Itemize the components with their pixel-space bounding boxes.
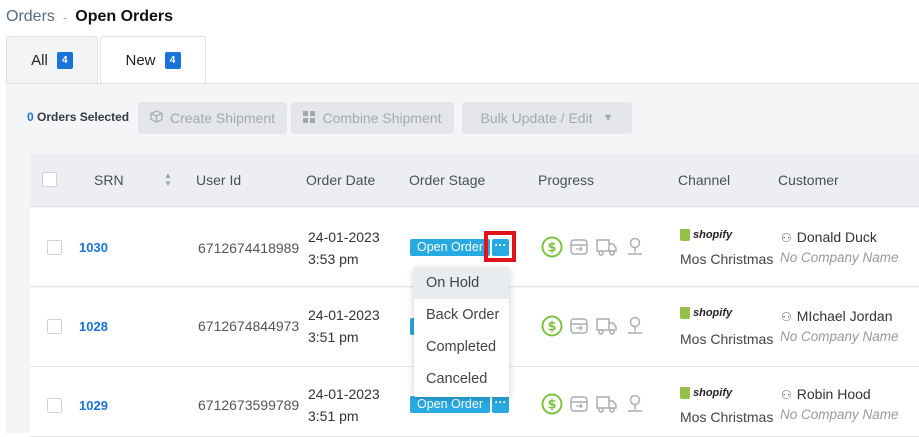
customer-name[interactable]: ⚇ Robin Hood [781, 386, 871, 402]
header-srn[interactable]: SRN [94, 172, 124, 188]
highlight-box [484, 231, 516, 262]
location-pin-icon [628, 316, 642, 334]
order-stage-menu: On Hold Back Order Completed Canceled [414, 267, 509, 397]
tab-new[interactable]: New 4 [100, 36, 206, 84]
person-icon: ⚇ [781, 310, 792, 324]
order-stage-badge[interactable]: Open Order [410, 396, 491, 413]
breadcrumb-orders-link[interactable]: Orders [6, 8, 55, 26]
header-order-date: Order Date [306, 172, 376, 188]
header-progress: Progress [538, 172, 595, 188]
combine-shipment-label: Combine Shipment [322, 110, 442, 126]
tab-new-label: New [125, 52, 156, 69]
box-icon [150, 110, 163, 126]
order-date-time: 3:51 pm [308, 408, 359, 424]
user-id: 6712673599789 [198, 397, 300, 413]
menu-item-back-order[interactable]: Back Order [414, 299, 509, 331]
progress-icons: $ [541, 315, 651, 337]
menu-item-on-hold[interactable]: On Hold [414, 267, 509, 299]
page-title: Open Orders [75, 8, 174, 25]
sort-icon[interactable]: ▲ ▼ [164, 172, 172, 188]
create-shipment-label: Create Shipment [169, 110, 276, 126]
srn-link[interactable]: 1029 [79, 398, 108, 413]
row-checkbox[interactable] [47, 240, 62, 255]
order-date-day: 24-01-2023 [308, 386, 380, 402]
svg-text:$: $ [547, 398, 556, 413]
header-channel: Channel [678, 172, 731, 188]
shopify-bag-icon [680, 229, 690, 241]
payment-icon: $ [541, 393, 563, 415]
srn-link[interactable]: 1030 [79, 240, 108, 255]
person-icon: ⚇ [781, 388, 792, 402]
location-pin-icon [628, 394, 642, 412]
shopify-logo: shopify [680, 307, 732, 319]
company-name: No Company Name [780, 329, 899, 344]
order-date-day: 24-01-2023 [308, 307, 380, 323]
combine-shipment-button[interactable]: Combine Shipment [291, 102, 454, 134]
menu-item-completed[interactable]: Completed [414, 331, 509, 363]
tab-all-label: All [31, 51, 48, 69]
menu-item-canceled[interactable]: Canceled [414, 363, 509, 395]
shopify-logo: shopify [680, 229, 732, 241]
truck-icon [596, 318, 617, 335]
user-id: 6712674844973 [198, 318, 300, 334]
grid-icon [303, 110, 316, 126]
channel-name: Mos Christmas [680, 251, 774, 267]
progress-icons: $ [541, 393, 651, 415]
customer-name[interactable]: ⚇ Donald Duck [781, 229, 877, 245]
company-name: No Company Name [780, 250, 899, 265]
row-checkbox[interactable] [47, 398, 62, 413]
payment-icon: $ [541, 315, 563, 337]
bulk-update-button[interactable]: Bulk Update / Edit ▼ [462, 102, 632, 134]
tab-new-count-badge: 4 [164, 52, 181, 69]
shopify-logo: shopify [680, 387, 732, 399]
order-date: 24-01-2023 3:51 pm [308, 383, 380, 427]
breadcrumb: Orders - Open Orders [6, 8, 173, 26]
order-date-day: 24-01-2023 [308, 229, 380, 245]
selected-count: 0 Orders Selected [27, 110, 129, 124]
header-order-stage: Order Stage [409, 172, 486, 188]
package-icon [570, 239, 588, 255]
package-icon [570, 396, 588, 412]
location-pin-icon [628, 237, 642, 255]
breadcrumb-separator: - [62, 9, 68, 25]
person-icon: ⚇ [781, 231, 792, 245]
channel-name: Mos Christmas [680, 409, 774, 425]
company-name: No Company Name [780, 407, 899, 422]
svg-text:$: $ [547, 241, 556, 256]
tab-all[interactable]: All 4 [6, 36, 98, 83]
order-date-time: 3:53 pm [308, 251, 359, 267]
order-date: 24-01-2023 3:53 pm [308, 226, 380, 270]
selected-count-label: Orders Selected [37, 110, 130, 124]
tab-all-count-badge: 4 [56, 51, 73, 69]
channel-name: Mos Christmas [680, 331, 774, 347]
selected-count-number: 0 [27, 110, 34, 124]
package-icon [570, 318, 588, 334]
svg-text:$: $ [547, 320, 556, 335]
create-shipment-button[interactable]: Create Shipment [138, 102, 287, 134]
truck-icon [596, 239, 617, 256]
header-user-id: User Id [196, 172, 242, 188]
truck-icon [596, 396, 617, 413]
customer-name[interactable]: ⚇ MIchael Jordan [781, 308, 892, 324]
row-checkbox[interactable] [47, 319, 62, 334]
shopify-bag-icon [680, 307, 690, 319]
caret-down-icon: ▼ [602, 112, 614, 124]
order-tabs: All 4 New 4 [6, 36, 206, 84]
progress-icons: $ [541, 236, 651, 258]
srn-link[interactable]: 1028 [79, 319, 108, 334]
user-id: 6712674418989 [198, 240, 300, 256]
header-customer: Customer [778, 172, 839, 188]
order-date: 24-01-2023 3:51 pm [308, 304, 380, 348]
order-stage-badge[interactable]: Open Order [410, 239, 491, 256]
select-all-checkbox[interactable] [42, 172, 57, 187]
payment-icon: $ [541, 236, 563, 258]
bulk-update-label: Bulk Update / Edit [480, 110, 593, 126]
shopify-bag-icon [680, 387, 690, 399]
stage-more-button[interactable]: ··· [492, 396, 509, 413]
order-date-time: 3:51 pm [308, 329, 359, 345]
